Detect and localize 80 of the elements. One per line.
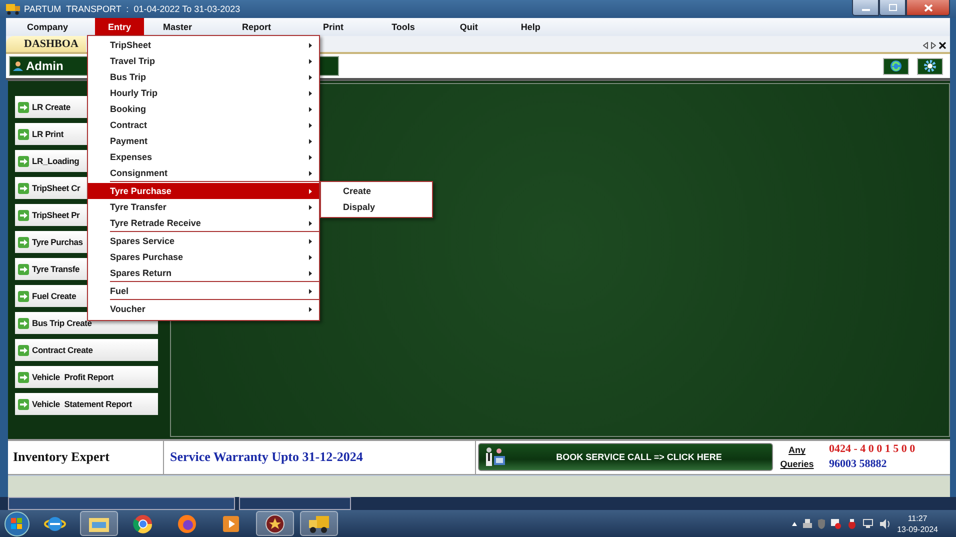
menu-item[interactable]: Bus Trip — [88, 69, 319, 85]
quick-button[interactable]: Vehicle Statement Report — [15, 393, 158, 416]
clock-time: 11:27 — [908, 512, 928, 524]
arrow-icon — [18, 102, 29, 113]
submenu-arrow-icon — [309, 42, 312, 48]
start-button[interactable] — [4, 510, 30, 537]
refresh-icon — [890, 60, 902, 72]
submenu-arrow-icon — [309, 204, 312, 210]
arrow-icon — [18, 372, 29, 383]
arrow-icon — [18, 398, 29, 410]
arrow-icon — [18, 264, 29, 275]
menu-item[interactable]: Report — [229, 18, 284, 36]
submenu-arrow-icon — [309, 220, 312, 226]
submenu-arrow-icon — [309, 138, 312, 144]
dashboard-tab[interactable]: DASHBOA — [6, 36, 86, 52]
quick-button[interactable]: Contract Create — [15, 339, 158, 362]
quick-button[interactable]: Vehicle Profit Report — [15, 366, 158, 388]
network-icon[interactable] — [863, 518, 874, 529]
submenu-arrow-icon — [309, 238, 312, 244]
arrow-icon — [18, 156, 29, 167]
menu-item[interactable]: Company — [14, 18, 82, 36]
star-app-icon[interactable] — [256, 511, 294, 536]
maximize-button[interactable] — [879, 0, 906, 16]
maximize-icon — [888, 4, 896, 12]
menu-item[interactable]: Help — [508, 18, 554, 36]
phone-number: 0424 - 4 0 0 1 5 0 0 — [829, 442, 916, 458]
submenu-arrow-icon — [309, 288, 312, 294]
settings-button[interactable] — [917, 58, 943, 75]
submenu-arrow-icon — [309, 106, 312, 112]
user-name: Admin — [26, 59, 64, 74]
arrow-icon — [18, 344, 29, 356]
arrow-icon — [18, 182, 29, 194]
menu-item[interactable]: Tyre Purchase — [88, 183, 319, 199]
close-icon — [924, 4, 932, 12]
settings-icon — [924, 60, 936, 72]
menu-item[interactable]: Tools — [378, 18, 428, 36]
submenu-arrow-icon — [309, 90, 312, 96]
folder-taskbar-icon[interactable] — [80, 511, 118, 536]
arrow-icon — [18, 236, 29, 248]
menu-item[interactable]: Travel Trip — [88, 53, 319, 69]
submenu-arrow-icon — [309, 188, 312, 194]
menu-item[interactable]: Entry — [95, 18, 144, 36]
queries-link[interactable]: Any Queries — [775, 443, 819, 472]
window-title: PARTUM TRANSPORT : 01-04-2022 To 31-03-2023 — [24, 4, 240, 14]
clock-date: 13-09-2024 — [897, 524, 938, 535]
menu-item[interactable]: Print — [310, 18, 357, 36]
warranty-text: Service Warranty Upto 31-12-2024 — [164, 440, 476, 474]
menu-item[interactable]: Master — [150, 18, 206, 36]
submenu-arrow-icon — [309, 58, 312, 64]
previous-tab-icon[interactable] — [923, 42, 928, 50]
speaker-icon[interactable] — [880, 518, 892, 529]
menu-item[interactable]: TripSheet — [88, 37, 319, 53]
menu-item[interactable]: Dispaly — [321, 199, 432, 215]
submenu-arrow-icon — [309, 154, 312, 160]
submenu-arrow-icon — [309, 122, 312, 128]
user-icon — [13, 61, 23, 72]
submenu-arrow-icon — [309, 254, 312, 260]
truck-icon[interactable] — [300, 511, 338, 536]
submenu-arrow-icon — [309, 306, 312, 312]
phone-number: 96003 58882 — [829, 457, 888, 472]
truck-icon — [6, 2, 20, 15]
submenu-arrow-icon — [309, 74, 312, 80]
close-icon[interactable] — [939, 42, 946, 50]
submenu-arrow-icon — [309, 170, 312, 176]
arrow-icon — [18, 210, 29, 221]
submenu-arrow-icon — [309, 270, 312, 276]
refresh-button[interactable] — [883, 58, 909, 75]
show-hidden-icons-icon[interactable] — [792, 522, 798, 526]
menu-item[interactable]: Quit — [446, 18, 491, 36]
arrow-icon — [18, 290, 29, 302]
next-tab-icon[interactable] — [931, 42, 936, 50]
minimize-button[interactable] — [852, 0, 879, 16]
support-people-icon — [484, 446, 506, 467]
arrow-icon — [18, 318, 29, 329]
arrow-icon — [18, 128, 29, 140]
close-button[interactable] — [906, 0, 950, 16]
menu-item[interactable]: Create — [321, 183, 432, 199]
product-name: Inventory Expert — [8, 440, 164, 474]
printer-icon[interactable] — [803, 518, 812, 529]
book-service-button[interactable]: BOOK SERVICE CALL => CLICK HERE — [478, 442, 773, 471]
